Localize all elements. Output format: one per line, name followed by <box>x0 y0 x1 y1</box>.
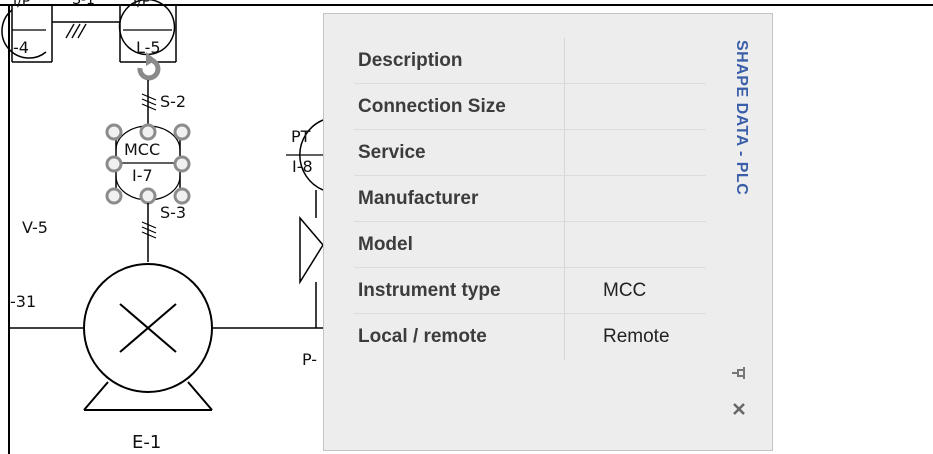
shape-data-row[interactable]: Local / remote Remote <box>354 316 706 360</box>
row-name: Local / remote <box>358 326 487 347</box>
close-icon[interactable] <box>728 398 750 420</box>
shape-data-row[interactable]: Connection Size <box>354 86 706 130</box>
label-mcc: MCC <box>124 140 161 159</box>
row-name: Instrument type <box>358 280 501 301</box>
label-pt: PT <box>291 127 311 146</box>
label-s2: S-2 <box>160 92 187 111</box>
label-ip-right: I/P <box>133 0 151 10</box>
label-s3: S-3 <box>160 203 187 222</box>
pin-icon[interactable] <box>728 362 750 384</box>
shape-data-row[interactable]: Service <box>354 132 706 176</box>
label-p: P- <box>302 350 318 369</box>
shape-data-row[interactable]: Instrument type MCC <box>354 270 706 314</box>
label-i8: I-8 <box>292 157 313 176</box>
label-v5: V-5 <box>22 218 48 237</box>
row-name: Service <box>358 142 426 163</box>
shape-data-row[interactable]: Manufacturer <box>354 178 706 222</box>
label-ip-left: I/P <box>13 0 31 10</box>
pt-instrument[interactable] <box>286 119 324 328</box>
shape-data-row[interactable]: Description <box>354 40 706 84</box>
row-name: Manufacturer <box>358 188 479 209</box>
label-tag-4: -4 <box>13 38 29 57</box>
shape-data-row[interactable]: Model <box>354 224 706 268</box>
label-i7: I-7 <box>132 166 153 185</box>
row-name: Connection Size <box>358 96 506 117</box>
label-tag-31: -31 <box>10 292 37 311</box>
shape-data-panel[interactable]: Description Connection Size Service Manu… <box>323 13 773 451</box>
panel-title: SHAPE DATA - PLC <box>733 40 750 196</box>
pump-e1[interactable] <box>83 263 213 411</box>
signal-line-s1[interactable] <box>52 21 120 39</box>
row-name: Description <box>358 50 463 71</box>
row-name: Model <box>358 234 413 255</box>
row-value[interactable]: MCC <box>603 280 646 302</box>
label-tag-ls: L-5 <box>136 38 161 57</box>
label-e1: E-1 <box>132 432 162 453</box>
selection-handles[interactable] <box>105 123 191 205</box>
label-s1: S-1 <box>72 0 95 8</box>
signal-line-s3[interactable] <box>141 203 157 262</box>
row-value[interactable]: Remote <box>603 326 670 348</box>
signal-line-s2[interactable] <box>141 80 157 128</box>
